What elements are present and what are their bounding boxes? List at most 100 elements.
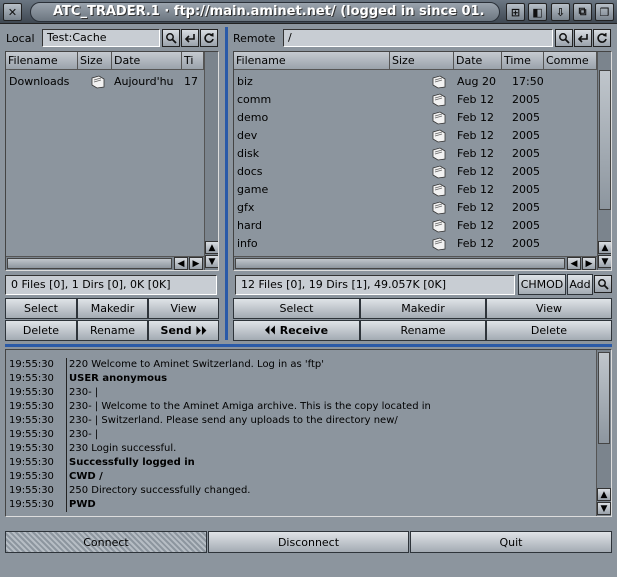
local-col-date[interactable]: Date <box>112 52 182 70</box>
remote-hscroll-knob[interactable] <box>235 258 565 269</box>
log-separator <box>66 442 67 456</box>
log-line: 19:55:30 230- | Switzerland. Please send … <box>6 414 594 428</box>
scroll-right-icon[interactable]: ▶ <box>189 257 203 270</box>
remote-row[interactable]: hard Feb 12 2005 <box>234 217 611 235</box>
scroll-up-icon[interactable]: ▲ <box>598 241 611 254</box>
local-col-time[interactable]: Ti <box>182 52 204 70</box>
log-divider[interactable] <box>5 344 612 347</box>
local-file-list[interactable]: Filename Size Date Ti Downloads Aujourd'… <box>5 51 219 271</box>
send-button[interactable]: Send ⏵⏵ <box>148 320 219 341</box>
remote-row-date: Feb 12 <box>457 201 494 214</box>
local-view-button[interactable]: View <box>148 298 219 319</box>
return-arrow-icon <box>184 34 195 43</box>
scroll-down-icon[interactable]: ▼ <box>205 255 218 268</box>
remote-row[interactable]: dev Feb 12 2005 <box>234 127 611 145</box>
iconify-button[interactable]: ⊞ <box>506 3 525 21</box>
remote-rename-button[interactable]: Rename <box>360 320 486 341</box>
connect-button[interactable]: Connect <box>5 531 207 553</box>
local-select-button[interactable]: Select <box>5 298 77 319</box>
local-hscroll-knob[interactable] <box>7 258 172 269</box>
remote-path-input[interactable]: / <box>283 29 553 47</box>
folder-icon <box>432 111 446 125</box>
remote-refresh-button[interactable] <box>593 29 611 47</box>
remote-row[interactable]: info Feb 12 2005 <box>234 235 611 253</box>
remote-row[interactable]: comm Feb 12 2005 <box>234 91 611 109</box>
local-refresh-button[interactable] <box>200 29 218 47</box>
remote-delete-button[interactable]: Delete <box>486 320 612 341</box>
local-search-button[interactable] <box>162 29 180 47</box>
remote-row[interactable]: disk Feb 12 2005 <box>234 145 611 163</box>
remote-row-name: game <box>237 183 269 196</box>
remote-col-comment[interactable]: Comme <box>544 52 597 70</box>
download-button[interactable]: ⇩ <box>551 3 570 21</box>
remote-row[interactable]: gfx Feb 12 2005 <box>234 199 611 217</box>
log-view[interactable]: 19:55:30 220 Welcome to Aminet Switzerlan… <box>5 349 612 517</box>
log-message: USER anonymous <box>69 373 168 384</box>
add-button[interactable]: Add <box>567 274 593 295</box>
local-col-size[interactable]: Size <box>78 52 112 70</box>
log-vertical-scrollbar[interactable]: ▲ ▼ <box>596 350 611 516</box>
remote-col-size[interactable]: Size <box>390 52 454 70</box>
remote-parent-button[interactable] <box>574 29 592 47</box>
scroll-right-icon[interactable]: ▶ <box>582 257 596 270</box>
local-row[interactable]: Downloads Aujourd'hu 17 <box>6 73 218 91</box>
log-line: 19:55:30 Successfully logged in <box>6 456 594 470</box>
depth-button[interactable]: ❐ <box>595 3 614 21</box>
scroll-up-icon[interactable]: ▲ <box>205 241 218 254</box>
remote-row-time: 2005 <box>512 183 540 196</box>
close-window-button[interactable]: ✕ <box>3 3 22 21</box>
chmod-button[interactable]: CHMOD <box>518 274 566 295</box>
local-parent-button[interactable] <box>181 29 199 47</box>
log-message: 230- | <box>69 429 99 440</box>
remote-vertical-scrollbar[interactable]: ▲ ▼ <box>597 52 611 270</box>
receive-button[interactable]: ⏴⏴ Receive <box>233 320 360 341</box>
log-time: 19:55:30 <box>9 499 54 510</box>
panel-divider[interactable] <box>225 27 228 340</box>
local-rename-button[interactable]: Rename <box>77 320 148 341</box>
snapshot-button[interactable]: ◧ <box>528 3 547 21</box>
log-time: 19:55:30 <box>9 443 54 454</box>
window-title[interactable]: ATC_TRADER.1 · ftp://main.aminet.net/ (l… <box>30 2 500 22</box>
remote-horizontal-scrollbar[interactable]: ◀ ▶ <box>234 256 597 270</box>
remote-row[interactable]: demo Feb 12 2005 <box>234 109 611 127</box>
remote-filter-button[interactable] <box>594 275 612 293</box>
local-vertical-scrollbar[interactable]: ▲ ▼ <box>204 52 218 270</box>
scroll-left-icon[interactable]: ◀ <box>567 257 581 270</box>
remote-col-time[interactable]: Time <box>502 52 544 70</box>
log-message: CWD / <box>69 471 103 482</box>
local-path-input[interactable]: Test:Cache <box>42 29 160 47</box>
local-horizontal-scrollbar[interactable]: ◀ ▶ <box>6 256 204 270</box>
remote-search-button[interactable] <box>555 29 573 47</box>
search-icon <box>598 279 609 290</box>
remote-select-button[interactable]: Select <box>233 298 360 319</box>
remote-row-name: demo <box>237 111 269 124</box>
disconnect-button[interactable]: Disconnect <box>208 531 409 553</box>
quit-button[interactable]: Quit <box>410 531 612 553</box>
scroll-down-icon[interactable]: ▼ <box>598 255 611 268</box>
scroll-left-icon[interactable]: ◀ <box>174 257 188 270</box>
local-col-filename[interactable]: Filename <box>6 52 78 70</box>
remote-view-button[interactable]: View <box>486 298 612 319</box>
log-separator <box>66 372 67 386</box>
depth-icon: ❐ <box>599 5 610 19</box>
log-vscroll-knob[interactable] <box>598 352 610 444</box>
remote-col-date[interactable]: Date <box>454 52 502 70</box>
log-time: 19:55:30 <box>9 485 54 496</box>
remote-col-filename[interactable]: Filename <box>234 52 390 70</box>
remote-file-list[interactable]: Filename Size Date Time Comme biz Aug 20 1… <box>233 51 612 271</box>
remote-vscroll-knob[interactable] <box>599 70 611 210</box>
scroll-up-icon[interactable]: ▲ <box>597 488 611 501</box>
remote-row[interactable]: biz Aug 20 17:50 <box>234 73 611 91</box>
log-line: 19:55:30 230 Login successful. <box>6 442 594 456</box>
local-delete-button[interactable]: Delete <box>5 320 77 341</box>
remote-makedir-button[interactable]: Makedir <box>360 298 486 319</box>
zoom-button[interactable]: ⧉ <box>573 3 592 21</box>
local-makedir-button[interactable]: Makedir <box>77 298 148 319</box>
log-separator <box>66 358 67 372</box>
log-separator <box>66 456 67 470</box>
scroll-down-icon[interactable]: ▼ <box>597 502 611 515</box>
download-icon: ⇩ <box>555 5 566 19</box>
remote-row[interactable]: game Feb 12 2005 <box>234 181 611 199</box>
remote-row-date: Feb 12 <box>457 93 494 106</box>
remote-row[interactable]: docs Feb 12 2005 <box>234 163 611 181</box>
